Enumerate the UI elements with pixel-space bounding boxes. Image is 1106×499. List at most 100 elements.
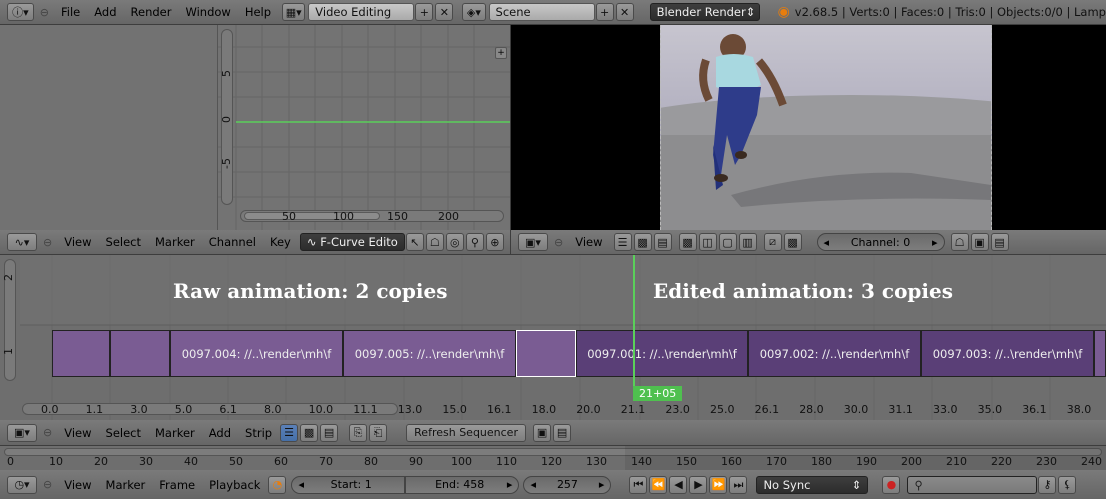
properties-toggle-icon[interactable]: + bbox=[495, 47, 507, 59]
menu-add[interactable]: Add bbox=[87, 5, 123, 19]
ghost-icon[interactable]: ☖ bbox=[950, 233, 969, 251]
timeline-ruler: 0 10 20 30 40 50 60 70 80 90 100 110 120 130 140 150 160… bbox=[0, 454, 1106, 470]
render-engine-select[interactable]: Blender Render ⇕ bbox=[649, 3, 760, 21]
view-type-preview-icon[interactable]: ▩ bbox=[300, 423, 319, 442]
menu-marker[interactable]: Marker bbox=[148, 235, 202, 249]
info-editor-type-button[interactable]: ⓘ▾ bbox=[7, 3, 34, 21]
camera-icon[interactable]: ▣ bbox=[970, 233, 989, 251]
channel-toggle-icon[interactable]: ⧄ bbox=[763, 233, 782, 251]
view-type-both-icon[interactable]: ▤ bbox=[320, 423, 339, 442]
display-vectorscope-icon[interactable]: ▢ bbox=[718, 233, 737, 251]
remove-layout-icon[interactable]: ✕ bbox=[435, 3, 454, 21]
insert-keyframe-icon[interactable]: ⚷ bbox=[1038, 475, 1057, 494]
record-icon[interactable]: ● bbox=[882, 475, 901, 494]
menu-render[interactable]: Render bbox=[124, 5, 179, 19]
ruler-tick-label: 1.1 bbox=[85, 403, 104, 416]
clapboard-icon[interactable]: ▤ bbox=[553, 423, 572, 442]
playhead-frame-label[interactable]: 21+05 bbox=[633, 386, 683, 401]
start-frame-field[interactable]: ◂ Start: 1 bbox=[291, 475, 406, 494]
sequencer-preview[interactable] bbox=[511, 25, 1106, 230]
remove-scene-icon[interactable]: ✕ bbox=[615, 3, 634, 21]
menu-marker[interactable]: Marker bbox=[99, 478, 153, 492]
add-layout-icon[interactable]: + bbox=[415, 3, 434, 21]
keying-set-field[interactable]: ⚲ bbox=[907, 475, 1038, 494]
image-strip[interactable]: 0097.004: //..\render\mh\f bbox=[170, 330, 343, 377]
menu-playback[interactable]: Playback bbox=[202, 478, 267, 492]
menu-view[interactable]: View bbox=[57, 235, 98, 249]
graph-editor[interactable]: 5 0 -5 50 100 150 200 + bbox=[0, 25, 510, 230]
paste-icon[interactable]: ⎗ bbox=[369, 423, 388, 442]
refresh-sequencer-button[interactable]: Refresh Sequencer bbox=[406, 423, 527, 442]
jump-start-icon[interactable]: ⏮ bbox=[629, 475, 648, 494]
normalize-icon[interactable]: ⊕ bbox=[485, 233, 504, 251]
jump-end-icon[interactable]: ⏭ bbox=[729, 475, 748, 494]
play-reverse-icon[interactable]: ◀ bbox=[669, 475, 688, 494]
menu-frame[interactable]: Frame bbox=[152, 478, 202, 492]
jump-prev-key-icon[interactable]: ⏪ bbox=[649, 475, 668, 494]
sequencer-editor-type-button[interactable]: ▣▾ bbox=[518, 233, 548, 251]
jump-next-key-icon[interactable]: ⏩ bbox=[709, 475, 728, 494]
clapboard-icon[interactable]: ▤ bbox=[990, 233, 1009, 251]
menu-marker[interactable]: Marker bbox=[148, 426, 202, 440]
view-type-both-icon[interactable]: ▤ bbox=[653, 233, 672, 251]
collapse-icon[interactable]: ⊖ bbox=[38, 236, 57, 249]
menu-channel[interactable]: Channel bbox=[202, 235, 263, 249]
graph-mode-select[interactable]: ∿ F-Curve Edito bbox=[299, 233, 405, 251]
graph-h-scroll-thumb[interactable] bbox=[244, 212, 380, 220]
sequencer-timeline[interactable]: 2 1 Raw animation: 2 copies Edited anima… bbox=[0, 255, 1106, 420]
timeline-editor[interactable]: 0 10 20 30 40 50 60 70 80 90 100 110 120 130 140 150 160… bbox=[0, 446, 1106, 470]
collapse-icon[interactable]: ⊖ bbox=[549, 236, 568, 249]
zoom-icon[interactable]: ⚲ bbox=[465, 233, 484, 251]
add-scene-icon[interactable]: + bbox=[595, 3, 614, 21]
timeline-tick-label: 60 bbox=[274, 455, 288, 468]
image-strip[interactable]: 0097.003: //..\render\mh\f bbox=[921, 330, 1094, 377]
image-strip[interactable]: 0097.001: //..\render\mh\f bbox=[576, 330, 748, 377]
preview-range-icon[interactable]: ◔ bbox=[268, 475, 287, 494]
image-strip[interactable]: 0097.002: //..\render\mh\f bbox=[748, 330, 921, 377]
camera-icon[interactable]: ▣ bbox=[533, 423, 552, 442]
sync-select[interactable]: No Sync ⇕ bbox=[756, 475, 869, 494]
menu-strip[interactable]: Strip bbox=[238, 426, 279, 440]
current-frame-field[interactable]: ◂ 257 ▸ bbox=[523, 475, 612, 494]
display-image-icon[interactable]: ▩ bbox=[678, 233, 697, 251]
menu-key[interactable]: Key bbox=[263, 235, 298, 249]
menu-help[interactable]: Help bbox=[238, 5, 278, 19]
menu-view[interactable]: View bbox=[568, 235, 609, 249]
pivot-icon[interactable]: ◎ bbox=[445, 233, 464, 251]
sequencer-editor-type-button[interactable]: ▣▾ bbox=[7, 423, 37, 442]
collapse-icon[interactable]: ⊖ bbox=[38, 426, 57, 439]
alpha-toggle-icon[interactable]: ▩ bbox=[783, 233, 802, 251]
menu-file[interactable]: File bbox=[54, 5, 87, 19]
channel-field[interactable]: ◂ Channel: 0 ▸ bbox=[816, 233, 945, 251]
scene-name-field[interactable]: Scene bbox=[488, 3, 595, 21]
playhead-line[interactable] bbox=[633, 255, 635, 400]
collapse-icon[interactable]: ⊖ bbox=[35, 6, 54, 19]
menu-select[interactable]: Select bbox=[99, 235, 148, 249]
cursor-icon[interactable]: ↖ bbox=[405, 233, 424, 251]
play-icon[interactable]: ▶ bbox=[689, 475, 708, 494]
image-strip[interactable] bbox=[52, 330, 110, 377]
menu-window[interactable]: Window bbox=[178, 5, 237, 19]
delete-keyframe-icon[interactable]: ⚸ bbox=[1058, 475, 1077, 494]
collapse-icon[interactable]: ⊖ bbox=[38, 478, 57, 491]
graph-editor-type-button[interactable]: ∿▾ bbox=[7, 233, 37, 251]
screen-layout-icon[interactable]: ▦▾ bbox=[282, 3, 306, 21]
timeline-editor-type-button[interactable]: ◷▾ bbox=[7, 475, 37, 494]
menu-add[interactable]: Add bbox=[202, 426, 238, 440]
view-type-sequencer-icon[interactable]: ☰ bbox=[613, 233, 632, 251]
view-type-preview-icon[interactable]: ▩ bbox=[633, 233, 652, 251]
display-waveform-icon[interactable]: ◫ bbox=[698, 233, 717, 251]
menu-view[interactable]: View bbox=[57, 478, 98, 492]
menu-view[interactable]: View bbox=[57, 426, 98, 440]
view-type-sequencer-icon[interactable]: ☰ bbox=[280, 423, 299, 442]
image-strip[interactable] bbox=[110, 330, 170, 377]
scene-icon[interactable]: ◈▾ bbox=[462, 3, 486, 21]
end-frame-field[interactable]: End: 458 ▸ bbox=[405, 475, 520, 494]
ghost-icon[interactable]: ☖ bbox=[425, 233, 444, 251]
image-strip-selected[interactable] bbox=[516, 330, 576, 377]
layout-name-field[interactable]: Video Editing bbox=[308, 3, 415, 21]
copy-icon[interactable]: ⎘ bbox=[349, 423, 368, 442]
display-histogram-icon[interactable]: ▥ bbox=[738, 233, 757, 251]
menu-select[interactable]: Select bbox=[99, 426, 148, 440]
image-strip[interactable]: 0097.005: //..\render\mh\f bbox=[343, 330, 516, 377]
